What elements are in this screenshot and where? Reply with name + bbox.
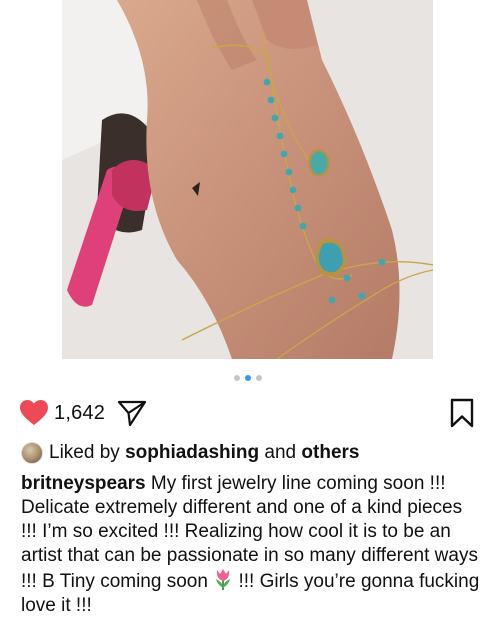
liker-username[interactable]: sophiadashing: [125, 442, 259, 464]
liked-by-joiner: and: [264, 442, 297, 463]
liker-avatar[interactable]: [21, 442, 43, 464]
carousel-dot-active: [244, 375, 251, 381]
post-caption: britneyspears My first jewelry line comi…: [21, 472, 481, 618]
share-paper-plane-icon[interactable]: [117, 398, 147, 428]
hand-jewelry-photo: [62, 0, 433, 359]
bookmark-icon[interactable]: [449, 398, 475, 428]
liked-by-others[interactable]: others: [301, 442, 359, 464]
carousel-dot: [255, 375, 262, 381]
liked-by-row[interactable]: Liked by sophiadashing and others: [21, 442, 485, 464]
carousel-indicator: [0, 375, 495, 381]
post-action-bar: 1,642: [19, 396, 475, 430]
heart-icon[interactable]: [19, 399, 49, 427]
tulip-icon: [216, 569, 231, 590]
liked-by-prefix: Liked by: [49, 442, 120, 463]
caption-username[interactable]: britneyspears: [21, 473, 146, 494]
carousel-dot: [233, 375, 240, 381]
post-photo[interactable]: [62, 0, 433, 359]
like-count[interactable]: 1,642: [54, 402, 105, 425]
